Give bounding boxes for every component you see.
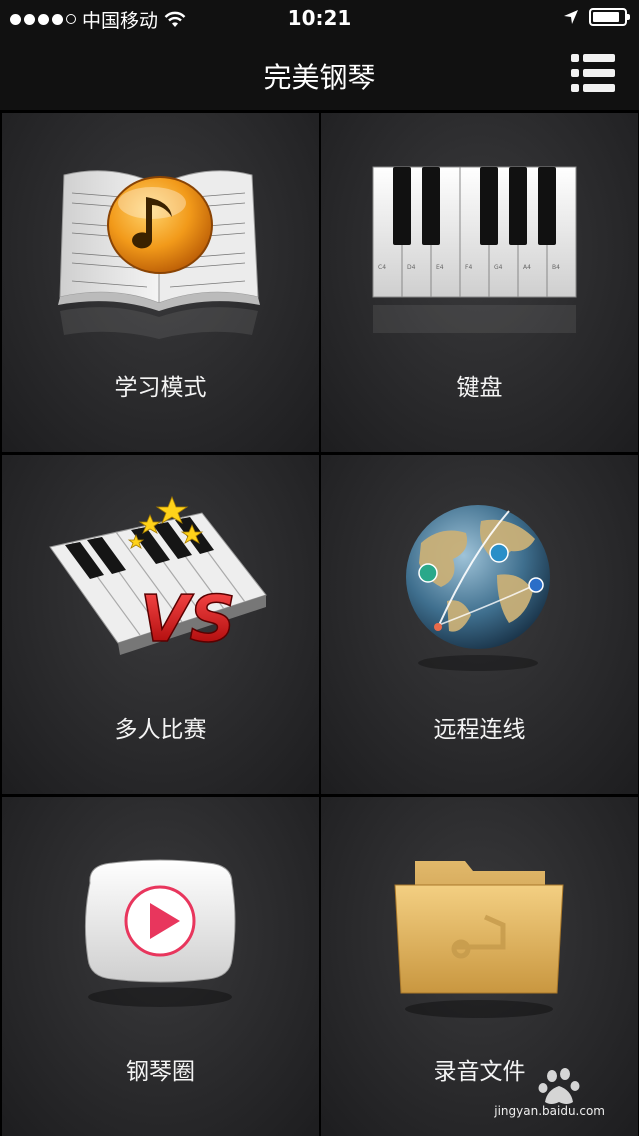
- tile-label: 钢琴圈: [126, 1059, 195, 1085]
- tile-multiplayer[interactable]: VS 多人比赛: [2, 455, 319, 794]
- svg-text:A4: A4: [523, 264, 531, 271]
- list-icon: [571, 54, 615, 62]
- battery-icon: [589, 8, 630, 26]
- nav-bar: 完美钢琴: [0, 38, 639, 112]
- tile-label: 键盘: [456, 375, 503, 401]
- svg-text:D4: D4: [407, 264, 416, 271]
- music-book-icon: [58, 170, 260, 339]
- folder-icon: [394, 861, 564, 1018]
- svg-text:E4: E4: [436, 264, 444, 271]
- page-title: 完美钢琴: [263, 61, 376, 94]
- tile-label: 学习模式: [114, 375, 207, 401]
- status-right: [563, 8, 630, 26]
- tile-piano-circle[interactable]: 钢琴圈: [2, 797, 319, 1136]
- svg-text:C4: C4: [378, 264, 386, 271]
- location-arrow-icon: [564, 10, 578, 24]
- piano-vs-icon: VS: [49, 495, 267, 658]
- play-video-icon: [84, 859, 236, 1007]
- tile-keyboard[interactable]: C4 D4 E4 F4 G4 A4 B4 键盘: [321, 113, 638, 452]
- status-bar: 中国移动 10:21: [0, 0, 639, 38]
- svg-text:F4: F4: [465, 264, 472, 271]
- tile-label: 多人比赛: [114, 717, 207, 743]
- piano-keyboard-icon: C4 D4 E4 F4 G4 A4 B4: [372, 166, 577, 333]
- tile-study-mode[interactable]: 学习模式: [2, 113, 319, 452]
- svg-text:B4: B4: [552, 264, 560, 271]
- globe-icon: [406, 505, 550, 671]
- tile-remote-connect[interactable]: 远程连线: [321, 455, 638, 794]
- svg-text:G4: G4: [494, 264, 503, 271]
- menu-list-button[interactable]: [571, 54, 615, 92]
- clock: 10:21: [287, 6, 352, 30]
- svg-text:VS: VS: [140, 583, 236, 657]
- watermark-url: jingyan.baidu.com: [494, 1104, 605, 1118]
- feature-grid: 学习模式 C4 D4 E4 F4 G4 A4 B4 键盘 VS 多人比赛 远程连…: [0, 111, 639, 1136]
- tile-label: 远程连线: [433, 717, 526, 743]
